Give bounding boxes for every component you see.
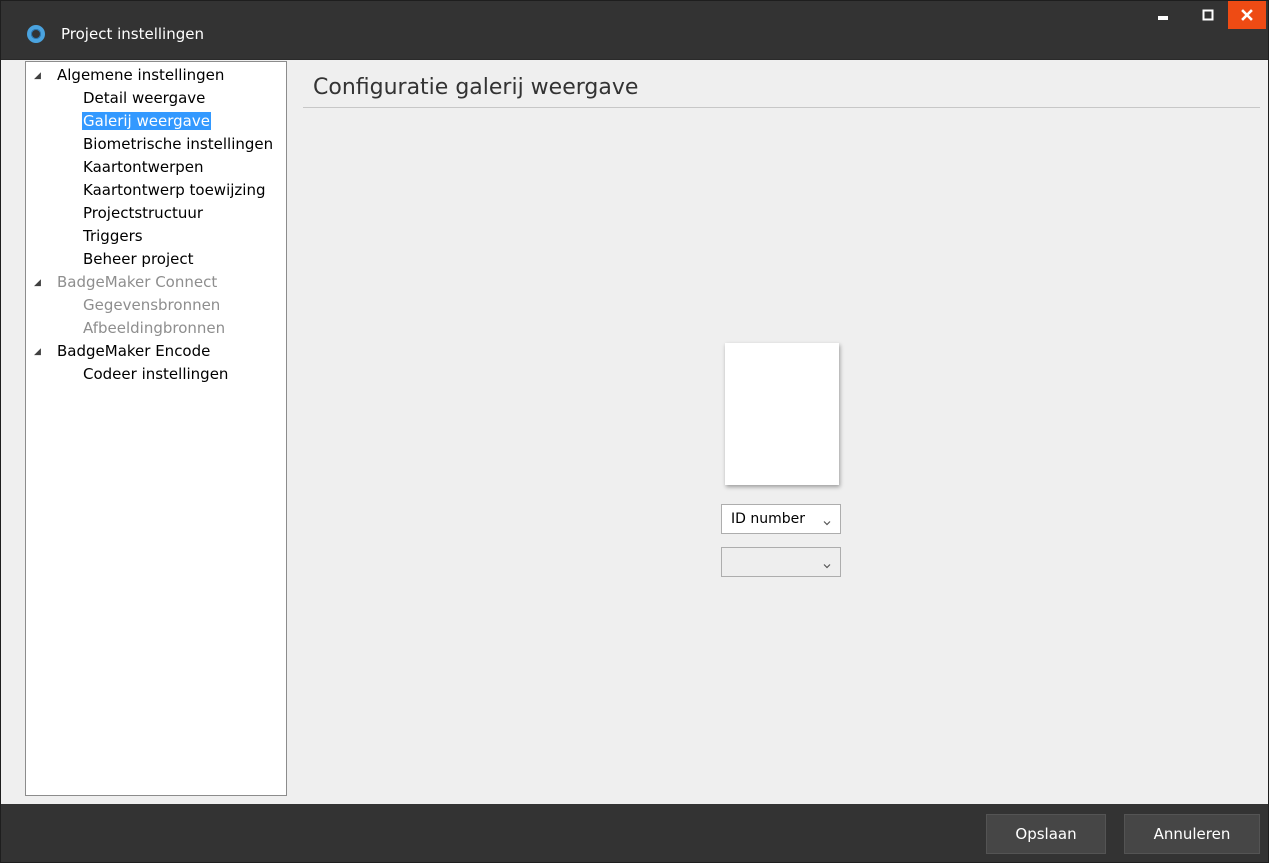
close-button[interactable] bbox=[1228, 1, 1266, 29]
maximize-icon bbox=[1202, 9, 1214, 21]
chevron-down-icon bbox=[823, 558, 831, 574]
expanded-triangle-icon[interactable]: ◢ bbox=[34, 342, 46, 362]
title-divider bbox=[303, 107, 1260, 108]
tree-item-label: Beheer project bbox=[83, 250, 194, 268]
expanded-triangle-icon[interactable]: ◢ bbox=[34, 66, 46, 86]
tree-item-label: Gegevensbronnen bbox=[83, 296, 221, 314]
title-bar[interactable]: Project instellingen bbox=[1, 1, 1268, 60]
tree-item-label: Kaartontwerpen bbox=[83, 158, 204, 176]
tree-group-label: BadgeMaker Connect bbox=[57, 273, 218, 291]
tree-item-biometrische-instellingen[interactable]: Biometrische instellingen bbox=[82, 134, 274, 154]
tree-item-afbeeldingbronnen: Afbeeldingbronnen bbox=[82, 318, 226, 338]
minimize-icon bbox=[1157, 9, 1169, 21]
tree-item-label: Galerij weergave bbox=[82, 112, 211, 130]
window-title: Project instellingen bbox=[61, 25, 204, 43]
dialog-footer: Opslaan Annuleren bbox=[1, 804, 1268, 862]
chevron-down-icon bbox=[823, 515, 831, 531]
tree-item-detail-weergave[interactable]: Detail weergave bbox=[82, 88, 206, 108]
minimize-button[interactable] bbox=[1148, 1, 1178, 29]
tree-item-label: Triggers bbox=[83, 227, 143, 245]
close-icon bbox=[1241, 9, 1253, 21]
settings-tree[interactable]: ◢ Algemene instellingen Detail weergave G… bbox=[25, 61, 287, 796]
tree-item-beheer-project[interactable]: Beheer project bbox=[82, 249, 194, 269]
gallery-field-2-dropdown[interactable] bbox=[721, 547, 841, 577]
dropdown-value: ID number bbox=[731, 511, 805, 527]
settings-window: Project instellingen ◢ Algemene instellin… bbox=[0, 0, 1269, 863]
page-title: Configuratie galerij weergave bbox=[313, 75, 639, 100]
tree-group-badgemaker-connect[interactable]: ◢ BadgeMaker Connect bbox=[34, 272, 218, 292]
expanded-triangle-icon[interactable]: ◢ bbox=[34, 273, 46, 293]
tree-item-label: Detail weergave bbox=[83, 89, 206, 107]
card-preview bbox=[725, 343, 839, 485]
maximize-button[interactable] bbox=[1193, 1, 1223, 29]
tree-item-galerij-weergave[interactable]: Galerij weergave bbox=[82, 111, 211, 131]
tree-item-gegevensbronnen: Gegevensbronnen bbox=[82, 295, 221, 315]
tree-item-label: Projectstructuur bbox=[83, 204, 203, 222]
ring-logo-icon bbox=[27, 25, 45, 43]
tree-item-label: Kaartontwerp toewijzing bbox=[83, 181, 266, 199]
tree-group-label: BadgeMaker Encode bbox=[57, 342, 211, 360]
tree-item-kaartontwerpen[interactable]: Kaartontwerpen bbox=[82, 157, 205, 177]
tree-item-label: Codeer instellingen bbox=[83, 365, 229, 383]
tree-group-label: Algemene instellingen bbox=[57, 66, 225, 84]
cancel-button[interactable]: Annuleren bbox=[1124, 814, 1260, 854]
tree-item-kaartontwerp-toewijzing[interactable]: Kaartontwerp toewijzing bbox=[82, 180, 266, 200]
tree-item-triggers[interactable]: Triggers bbox=[82, 226, 144, 246]
tree-group-algemene-instellingen[interactable]: ◢ Algemene instellingen bbox=[34, 65, 225, 85]
tree-item-codeer-instellingen[interactable]: Codeer instellingen bbox=[82, 364, 229, 384]
tree-item-label: Biometrische instellingen bbox=[83, 135, 274, 153]
tree-item-projectstructuur[interactable]: Projectstructuur bbox=[82, 203, 204, 223]
tree-item-label: Afbeeldingbronnen bbox=[83, 319, 226, 337]
save-button[interactable]: Opslaan bbox=[986, 814, 1106, 854]
gallery-field-1-dropdown[interactable]: ID number bbox=[721, 504, 841, 534]
tree-group-badgemaker-encode[interactable]: ◢ BadgeMaker Encode bbox=[34, 341, 211, 361]
